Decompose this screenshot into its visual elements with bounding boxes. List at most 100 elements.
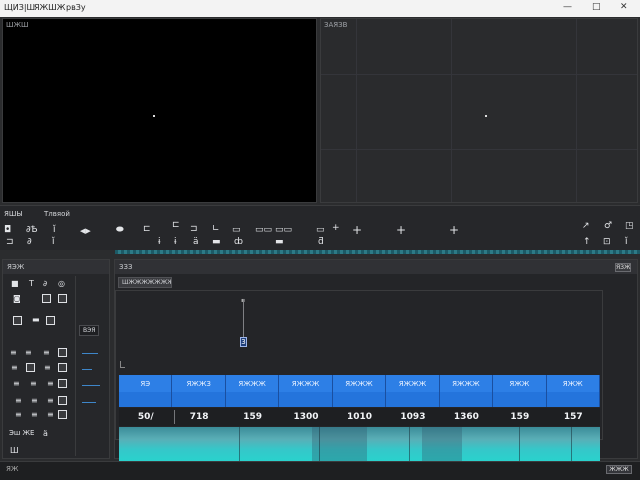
property-slider[interactable]	[82, 369, 92, 370]
trim-icon[interactable]: ▭▭	[275, 226, 292, 235]
extract-icon[interactable]: ▭	[232, 226, 241, 235]
maximize-button[interactable]: □	[592, 2, 601, 12]
play-icon[interactable]: ◘	[4, 226, 11, 235]
ripple-tool-icon[interactable]	[42, 294, 51, 303]
overwrite-icon[interactable]: ⊐	[190, 225, 198, 234]
monitor-icon[interactable]: ƌ	[318, 238, 324, 247]
crosshair-icon[interactable]: +	[449, 224, 459, 236]
property-box-icon[interactable]	[58, 396, 67, 405]
audio-mute-icon[interactable]: ä	[193, 238, 199, 247]
tools-sub-label: ВЭЯ	[79, 325, 100, 336]
video-clip[interactable]: ЯЖЖЖ	[386, 375, 440, 407]
property-slider[interactable]	[82, 385, 100, 386]
minimize-button[interactable]: —	[563, 2, 572, 12]
lift-icon[interactable]: ∟	[212, 225, 220, 234]
timeline-options-button[interactable]: ЯЗЖ	[615, 263, 631, 272]
audio-level-icon[interactable]: ǐ	[52, 238, 55, 247]
pen-tool-icon[interactable]: ∂	[43, 280, 47, 288]
menu-item-edit[interactable]: ЯЖШЖ	[34, 3, 65, 12]
video-clip[interactable]: ЯЖЖЗ	[172, 375, 226, 407]
slide-tool-icon[interactable]: ▬	[32, 316, 40, 324]
info-icon[interactable]: Ш	[10, 447, 19, 455]
crop-icon[interactable]: ◳	[625, 222, 634, 231]
select-tool-icon[interactable]: ■	[11, 280, 19, 288]
mark-in-icon[interactable]: ⬬	[116, 226, 124, 235]
meter-icon[interactable]: ▬	[275, 238, 284, 247]
shape-tool-icon[interactable]: ◎	[58, 280, 65, 288]
roll-tool-icon[interactable]	[58, 294, 67, 303]
crosshair-icon[interactable]: +	[396, 224, 406, 236]
fader-icon[interactable]: ▬	[212, 238, 221, 247]
property-box-icon[interactable]	[58, 379, 67, 388]
audio-sync-icon[interactable]: ɨ	[158, 238, 161, 247]
audio-icon[interactable]: ∂	[27, 238, 32, 247]
video-clip[interactable]: ЯЖЖЖ	[279, 375, 333, 407]
volume-icon[interactable]: ⊐	[6, 238, 14, 247]
menu-icon[interactable]: ǐ	[625, 238, 628, 247]
list-icon[interactable]: ≡	[31, 397, 38, 405]
clip-count: 1010	[346, 412, 373, 422]
crosshair-icon[interactable]: +	[352, 224, 362, 236]
video-clip[interactable]: ЯЖЖ	[493, 375, 547, 407]
property-box-icon[interactable]	[58, 348, 67, 357]
video-clip[interactable]: ЯЖЖ	[546, 375, 600, 407]
step-back-icon[interactable]: ∂Ѣ	[26, 226, 38, 235]
title-bar: ЩИЗ|Ш ЯЖШЖ рвЗy — □ ✕	[0, 0, 640, 17]
source-viewer[interactable]: ШЖШ	[2, 18, 317, 203]
list-icon[interactable]: ≡	[13, 380, 20, 388]
export-frame-icon[interactable]: ▭▭	[255, 226, 272, 235]
property-box-icon[interactable]	[58, 363, 67, 372]
slip-tool-icon[interactable]	[13, 316, 22, 325]
add-marker-icon[interactable]: +	[332, 224, 340, 233]
video-track[interactable]: ЯЭ ЯЖЖЗ ЯЖЖЖ ЯЖЖЖ ЯЖЖЖ ЯЖЖЖ ЯЖЖЖ ЯЖЖ ЯЖЖ	[119, 375, 600, 407]
clip-count: 1300	[293, 412, 319, 422]
list-icon[interactable]: ≡	[11, 364, 18, 372]
list-icon[interactable]: ≡	[44, 364, 51, 372]
playhead-marker[interactable]: 3	[240, 337, 247, 347]
video-clip[interactable]: ЯЖЖЖ	[332, 375, 387, 407]
close-button[interactable]: ✕	[620, 2, 628, 12]
insert-icon[interactable]: ⊏	[172, 221, 180, 230]
settings-icon[interactable]: ä	[43, 430, 48, 438]
audio-solo-icon[interactable]: ɨ	[174, 238, 177, 247]
list-icon[interactable]: ≡	[25, 349, 32, 357]
timeline-panel[interactable]: ЗЗЗ ЯЗЖ ШЖЖЖЖЖЖЖ ▪ 3 ЯЭЯЖЖЗЯЖЖЖЯЖЖЖЯЖЖЖЯ…	[114, 259, 638, 467]
sequence-tab[interactable]: ШЖЖЖЖЖЖЖ	[118, 277, 172, 288]
status-bar: ЯЖ ЖЖЖ	[0, 461, 640, 480]
snap-icon[interactable]: ▭	[316, 226, 325, 235]
list-icon[interactable]: ≡	[30, 380, 37, 388]
menu-item-file[interactable]: ЩИЗ|Ш	[4, 3, 35, 12]
rewind-icon[interactable]: ◀▶	[80, 228, 91, 235]
video-clip[interactable]: ЯЭ	[119, 375, 173, 407]
list-icon[interactable]: ≡	[47, 411, 54, 419]
list-icon[interactable]: ≡	[10, 349, 17, 357]
fullscreen-icon[interactable]: ⊡	[603, 238, 611, 247]
menu-item-view[interactable]: рвЗy	[66, 3, 86, 12]
list-icon[interactable]: ≡	[43, 349, 50, 357]
program-viewer-label: ЗАЯЗВ	[324, 21, 348, 29]
mark-out-icon[interactable]: ⊏	[143, 225, 151, 234]
list-icon[interactable]: ≡	[31, 411, 38, 419]
loop-icon[interactable]: ǐ	[53, 226, 56, 235]
program-viewer[interactable]: ЗАЯЗВ	[320, 18, 638, 203]
property-slider[interactable]	[82, 402, 96, 403]
property-box-icon[interactable]	[58, 410, 67, 419]
video-clip[interactable]: ЯЖЖЖ	[225, 375, 280, 407]
list-icon[interactable]: ≡	[15, 397, 22, 405]
text-tool-icon[interactable]: T	[29, 280, 34, 288]
video-clip[interactable]: ЯЖЖЖ	[439, 375, 494, 407]
list-icon[interactable]: ≡	[15, 411, 22, 419]
list-icon[interactable]: ≡	[47, 380, 54, 388]
waveform-icon[interactable]: ȸ	[234, 238, 243, 247]
upload-icon[interactable]: ↑	[583, 238, 591, 247]
list-icon[interactable]: ≡	[47, 397, 54, 405]
zoom-tool-icon[interactable]	[46, 316, 55, 325]
timeline-tracks[interactable]: ▪ 3 ЯЭЯЖЖЗЯЖЖЖЯЖЖЖЯЖЖЖЯЖЖЖЯЖЖЖЯЖЖЯЖЖ 50/…	[115, 290, 603, 467]
link-icon[interactable]: ♂	[604, 222, 612, 231]
property-box-icon[interactable]	[26, 363, 35, 372]
property-slider[interactable]	[82, 353, 98, 354]
razor-tool-icon[interactable]: ◙	[13, 295, 21, 303]
source-viewer-label: ШЖШ	[6, 21, 29, 29]
zoom-control[interactable]: ЖЖЖ	[606, 465, 632, 474]
magic-icon[interactable]: ↗	[582, 222, 590, 231]
